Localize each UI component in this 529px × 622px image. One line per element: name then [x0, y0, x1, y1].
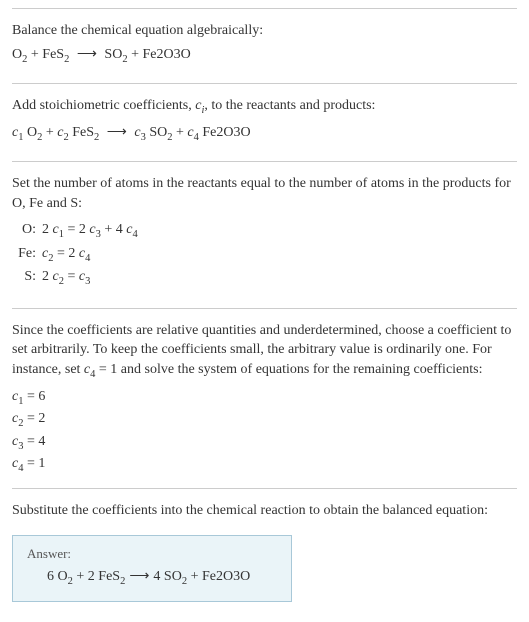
list-item: c2 = 2: [12, 409, 517, 431]
eq: =: [64, 269, 79, 284]
reactant-2: FeS: [98, 569, 120, 584]
list-item: c1 = 6: [12, 387, 517, 409]
atoms-text: Set the number of atoms in the reactants…: [12, 174, 517, 213]
num: 2: [42, 269, 53, 284]
coef: 6: [47, 569, 58, 584]
product-2: Fe2O3O: [202, 125, 250, 140]
sub: 1: [18, 131, 23, 142]
sub: 2: [94, 131, 99, 142]
sub: 2: [64, 53, 69, 64]
text: , to the reactants and products:: [204, 98, 375, 113]
sub: 2: [120, 576, 125, 587]
section-answer: Substitute the coefficients into the che…: [12, 488, 517, 613]
sub: 3: [85, 276, 90, 287]
val: = 6: [23, 389, 45, 404]
text: = 1: [95, 362, 117, 377]
balance-equation: 2 c2 = c3: [42, 266, 517, 290]
product-1: SO: [149, 125, 167, 140]
plus: +: [73, 569, 88, 584]
balance-equation: c2 = 2 c4: [42, 243, 517, 267]
list-item: c3 = 4: [12, 432, 517, 454]
solutions-list: c1 = 6 c2 = 2 c3 = 4 c4 = 1: [12, 387, 517, 477]
product-2: Fe2O3O: [142, 47, 190, 62]
plus: +: [187, 569, 202, 584]
element-label: S:: [12, 266, 42, 290]
plus: +: [42, 125, 57, 140]
num: 2: [68, 246, 79, 261]
coef: 2: [88, 569, 99, 584]
arrow-icon: ⟶: [129, 568, 149, 585]
substitute-text: Substitute the coefficients into the che…: [12, 501, 517, 521]
sub: 4: [194, 131, 199, 142]
product-1: SO: [164, 569, 182, 584]
sub: 4: [85, 253, 90, 264]
reactant-1: O: [12, 47, 22, 62]
eq: =: [64, 222, 79, 237]
num: 2: [79, 222, 90, 237]
val: = 1: [23, 456, 45, 471]
problem-title: Balance the chemical equation algebraica…: [12, 21, 517, 41]
reactant-1: O: [58, 569, 68, 584]
eq: =: [53, 246, 68, 261]
solve-text: Since the coefficients are relative quan…: [12, 321, 517, 383]
reactant-2: FeS: [42, 47, 64, 62]
list-item: c4 = 1: [12, 454, 517, 476]
table-row: O: 2 c1 = 2 c3 + 4 c4: [12, 219, 517, 243]
stoich-text: Add stoichiometric coefficients, ci, to …: [12, 96, 517, 118]
product-2: Fe2O3O: [202, 569, 250, 584]
table-row: S: 2 c2 = c3: [12, 266, 517, 290]
val: = 4: [23, 434, 45, 449]
initial-equation: O2 + FeS2 ⟶ SO2 + Fe2O3O: [12, 45, 517, 67]
atom-balance-table: O: 2 c1 = 2 c3 + 4 c4 Fe: c2 = 2 c4 S: 2…: [12, 219, 517, 290]
sub: 3: [141, 131, 146, 142]
element-label: O:: [12, 219, 42, 243]
plus: +: [101, 222, 116, 237]
arrow-icon: ⟶: [107, 123, 127, 143]
arrow-icon: ⟶: [77, 45, 97, 65]
balanced-equation: 6 O2 + 2 FeS2 ⟶ 4 SO2 + Fe2O3O: [27, 568, 277, 587]
sub: 4: [132, 229, 137, 240]
num: 2: [42, 222, 53, 237]
val: = 2: [23, 411, 45, 426]
section-atoms: Set the number of atoms in the reactants…: [12, 161, 517, 308]
product-1: SO: [104, 47, 122, 62]
balance-equation: 2 c1 = 2 c3 + 4 c4: [42, 219, 517, 243]
section-stoichiometric: Add stoichiometric coefficients, ci, to …: [12, 83, 517, 161]
text: Add stoichiometric coefficients,: [12, 98, 195, 113]
section-problem: Balance the chemical equation algebraica…: [12, 8, 517, 83]
plus: +: [128, 47, 143, 62]
text: and solve the system of equations for th…: [117, 362, 482, 377]
plus: +: [27, 47, 42, 62]
reactant-1: O: [27, 125, 37, 140]
sub: 2: [63, 131, 68, 142]
reactant-2: FeS: [72, 125, 94, 140]
plus: +: [172, 125, 187, 140]
table-row: Fe: c2 = 2 c4: [12, 243, 517, 267]
coef: 4: [153, 569, 164, 584]
coef-equation: c1 O2 + c2 FeS2 ⟶ c3 SO2 + c4 Fe2O3O: [12, 123, 517, 145]
answer-box: Answer: 6 O2 + 2 FeS2 ⟶ 4 SO2 + Fe2O3O: [12, 535, 292, 602]
num: 4: [116, 222, 127, 237]
section-solve: Since the coefficients are relative quan…: [12, 308, 517, 489]
answer-label: Answer:: [27, 546, 277, 562]
element-label: Fe:: [12, 243, 42, 267]
